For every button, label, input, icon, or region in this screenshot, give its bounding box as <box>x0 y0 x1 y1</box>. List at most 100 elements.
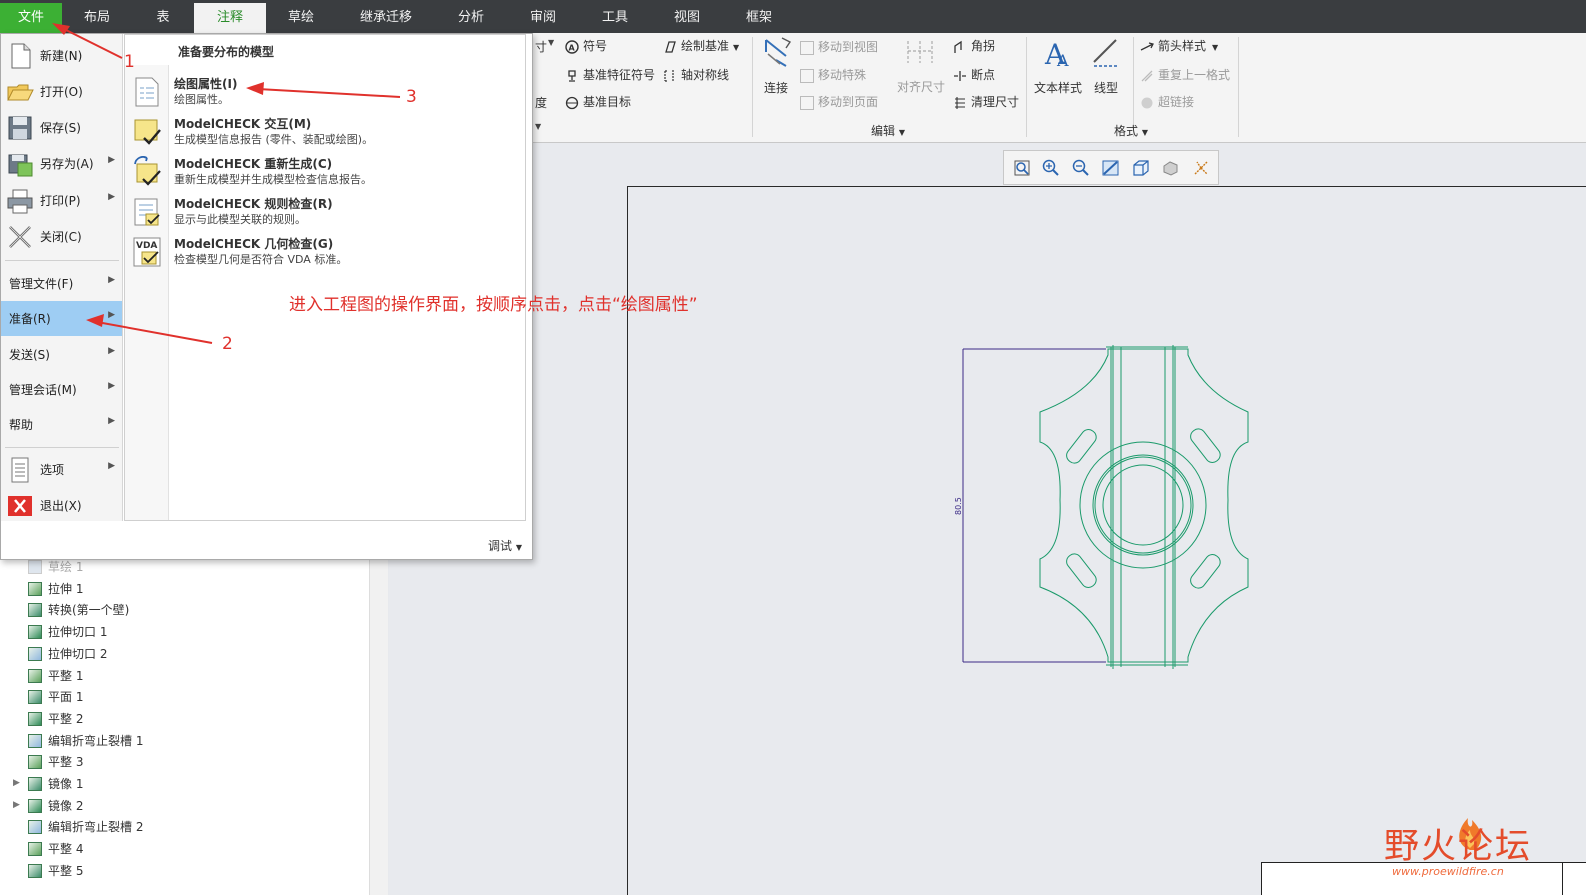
feature-icon <box>28 668 42 683</box>
display-style-icon[interactable] <box>1131 158 1151 178</box>
tree-item[interactable]: 平整 3 <box>28 753 83 773</box>
dimension-partial-button[interactable]: 寸 <box>535 38 547 55</box>
tab-analysis[interactable]: 分析 <box>438 3 504 33</box>
tree-item[interactable]: 转换(第一个壁) <box>28 601 129 621</box>
tree-item[interactable]: 平整 1 <box>28 667 83 687</box>
cleanup-dimensions-button[interactable]: 清理尺寸 <box>953 93 1019 110</box>
tab-tools[interactable]: 工具 <box>582 3 648 33</box>
tree-item[interactable]: 草绘 1 <box>28 558 83 578</box>
ribbon-tab-bar: 文件 布局 表 注释 草绘 继承迁移 分析 审阅 工具 视图 框架 <box>0 0 1586 33</box>
text-style-button[interactable]: AA 文本样式 <box>1032 36 1084 98</box>
feature-icon <box>28 690 42 705</box>
debug-dropdown[interactable]: 调试 ▼ <box>488 537 522 554</box>
chevron-down-icon: ▼ <box>548 38 555 47</box>
tab-review[interactable]: 审阅 <box>510 3 576 33</box>
menu-help[interactable]: 帮助 ▶ <box>1 407 122 441</box>
move-to-page-icon <box>800 95 814 110</box>
menu-save-as[interactable]: 另存为(A) ▶ <box>1 146 122 180</box>
menu-manage-session[interactable]: 管理会话(M) ▶ <box>1 372 122 406</box>
feature-icon <box>28 646 42 661</box>
tab-layout[interactable]: 布局 <box>66 3 128 33</box>
tree-item[interactable]: 平整 2 <box>28 710 83 730</box>
submenu-arrow-icon: ▶ <box>108 310 115 320</box>
menu-send[interactable]: 发送(S) ▶ <box>1 337 122 371</box>
menu-new[interactable]: 新建(N) <box>1 38 122 72</box>
vda-geometry-icon: VDA <box>133 237 161 267</box>
edit-group-label[interactable]: 编辑 ▼ <box>871 122 905 139</box>
menu-print[interactable]: 打印(P) ▶ <box>1 183 122 217</box>
repaint-icon[interactable] <box>1101 158 1121 178</box>
svg-text:A: A <box>1056 51 1069 70</box>
repeat-last-format-button[interactable]: 重复上一格式 <box>1140 66 1230 83</box>
tree-expander-icon[interactable]: ▶ <box>13 800 20 810</box>
format-group-label[interactable]: 格式 ▼ <box>1114 122 1148 139</box>
axis-symmetry-label: 轴对称线 <box>681 68 730 82</box>
tree-item[interactable]: 拉伸切口 2 <box>28 645 107 665</box>
tab-file[interactable]: 文件 <box>0 3 62 33</box>
tab-view[interactable]: 视图 <box>654 3 720 33</box>
menu-drawing-properties[interactable]: 绘图属性(I) 绘图属性。 <box>125 73 525 113</box>
datum-display-icon[interactable] <box>1191 158 1211 178</box>
tree-item[interactable]: 编辑折弯止裂槽 1 <box>28 732 143 752</box>
jog-button[interactable]: 角拐 <box>953 37 995 54</box>
menu-close[interactable]: 关闭(C) <box>1 219 122 253</box>
menu-modelcheck-rules[interactable]: ModelCHECK 规则检查(R) 显示与此模型关联的规则。 <box>125 193 525 233</box>
tab-sketch[interactable]: 草绘 <box>268 3 334 33</box>
menu-prepare[interactable]: 准备(R) ▶ <box>1 301 122 336</box>
submenu-arrow-icon: ▶ <box>108 155 115 165</box>
menu-modelcheck-geometry[interactable]: VDA ModelCHECK 几何检查(G) 检查模型几何是否符合 VDA 标准… <box>125 233 525 273</box>
feature-icon <box>28 755 42 770</box>
menu-options[interactable]: 选项 ▶ <box>1 452 122 486</box>
draw-datum-button[interactable]: 绘制基准 ▼ <box>663 37 739 54</box>
menu-modelcheck-regenerate[interactable]: ModelCHECK 重新生成(C) 重新生成模型并生成模型检查信息报告。 <box>125 153 525 193</box>
symbol-button[interactable]: A 符号 <box>565 37 607 54</box>
move-to-view-button[interactable]: 移动到视图 <box>800 38 878 55</box>
chevron-down-icon: ▼ <box>898 128 905 137</box>
printer-icon <box>7 189 33 214</box>
datum-feature-symbol-button[interactable]: 基准特征符号 <box>565 66 655 83</box>
align-dimensions-button[interactable]: 对齐尺寸 <box>893 37 949 99</box>
menu-exit[interactable]: 退出(X) <box>1 488 122 522</box>
move-special-button[interactable]: 移动特殊 <box>800 66 866 83</box>
axis-symmetry-icon <box>664 69 674 82</box>
tab-frame[interactable]: 框架 <box>726 3 792 33</box>
zoom-out-icon[interactable] <box>1071 158 1091 178</box>
feature-icon <box>28 842 42 857</box>
drawing-sheet[interactable]: 80.5 <box>627 186 1586 895</box>
text-style-icon: AA <box>1044 38 1069 71</box>
tree-item[interactable]: 镜像 2 <box>28 797 83 817</box>
menu-manage-file[interactable]: 管理文件(F) ▶ <box>1 266 122 300</box>
break-button[interactable]: 断点 <box>953 66 995 83</box>
refit-icon[interactable] <box>1012 158 1032 178</box>
tab-table[interactable]: 表 <box>132 3 194 33</box>
tree-item[interactable]: 平面 1 <box>28 688 83 708</box>
submenu-arrow-icon: ▶ <box>108 381 115 391</box>
feature-icon <box>28 581 42 596</box>
tree-item[interactable]: 拉伸 1 <box>28 580 83 600</box>
zoom-in-icon[interactable] <box>1041 158 1061 178</box>
tree-item[interactable]: 平整 4 <box>28 840 83 860</box>
move-to-page-button[interactable]: 移动到页面 <box>800 93 878 110</box>
menu-modelcheck-interactive[interactable]: ModelCHECK 交互(M) 生成模型信息报告 (零件、装配或绘图)。 <box>125 113 525 153</box>
line-type-button[interactable]: 线型 <box>1089 36 1123 98</box>
tab-legacy-migration[interactable]: 继承迁移 <box>340 3 432 33</box>
submenu-arrow-icon: ▶ <box>108 275 115 285</box>
datum-target-icon <box>565 96 579 109</box>
angle-partial-button[interactable]: 度 <box>535 94 547 111</box>
tree-item[interactable]: 拉伸切口 1 <box>28 623 107 643</box>
tree-item[interactable]: 平整 5 <box>28 862 83 882</box>
move-special-icon <box>800 68 814 83</box>
datum-target-button[interactable]: 基准目标 <box>565 93 631 110</box>
text-style-label: 文本样式 <box>1033 81 1082 95</box>
axis-symmetry-button[interactable]: 轴对称线 <box>663 66 729 83</box>
arrow-style-button[interactable]: 箭头样式 ▼ <box>1140 37 1218 54</box>
tree-item[interactable]: 镜像 1 <box>28 775 83 795</box>
tab-annotate[interactable]: 注释 <box>194 3 266 33</box>
menu-save[interactable]: 保存(S) <box>1 110 122 144</box>
saved-orientations-icon[interactable] <box>1161 158 1181 178</box>
connect-button[interactable]: 连接 <box>758 36 794 98</box>
menu-open[interactable]: 打开(O) <box>1 74 122 108</box>
tree-expander-icon[interactable]: ▶ <box>13 778 20 788</box>
hyperlink-button[interactable]: 超链接 <box>1140 93 1194 110</box>
tree-item[interactable]: 编辑折弯止裂槽 2 <box>28 818 143 838</box>
